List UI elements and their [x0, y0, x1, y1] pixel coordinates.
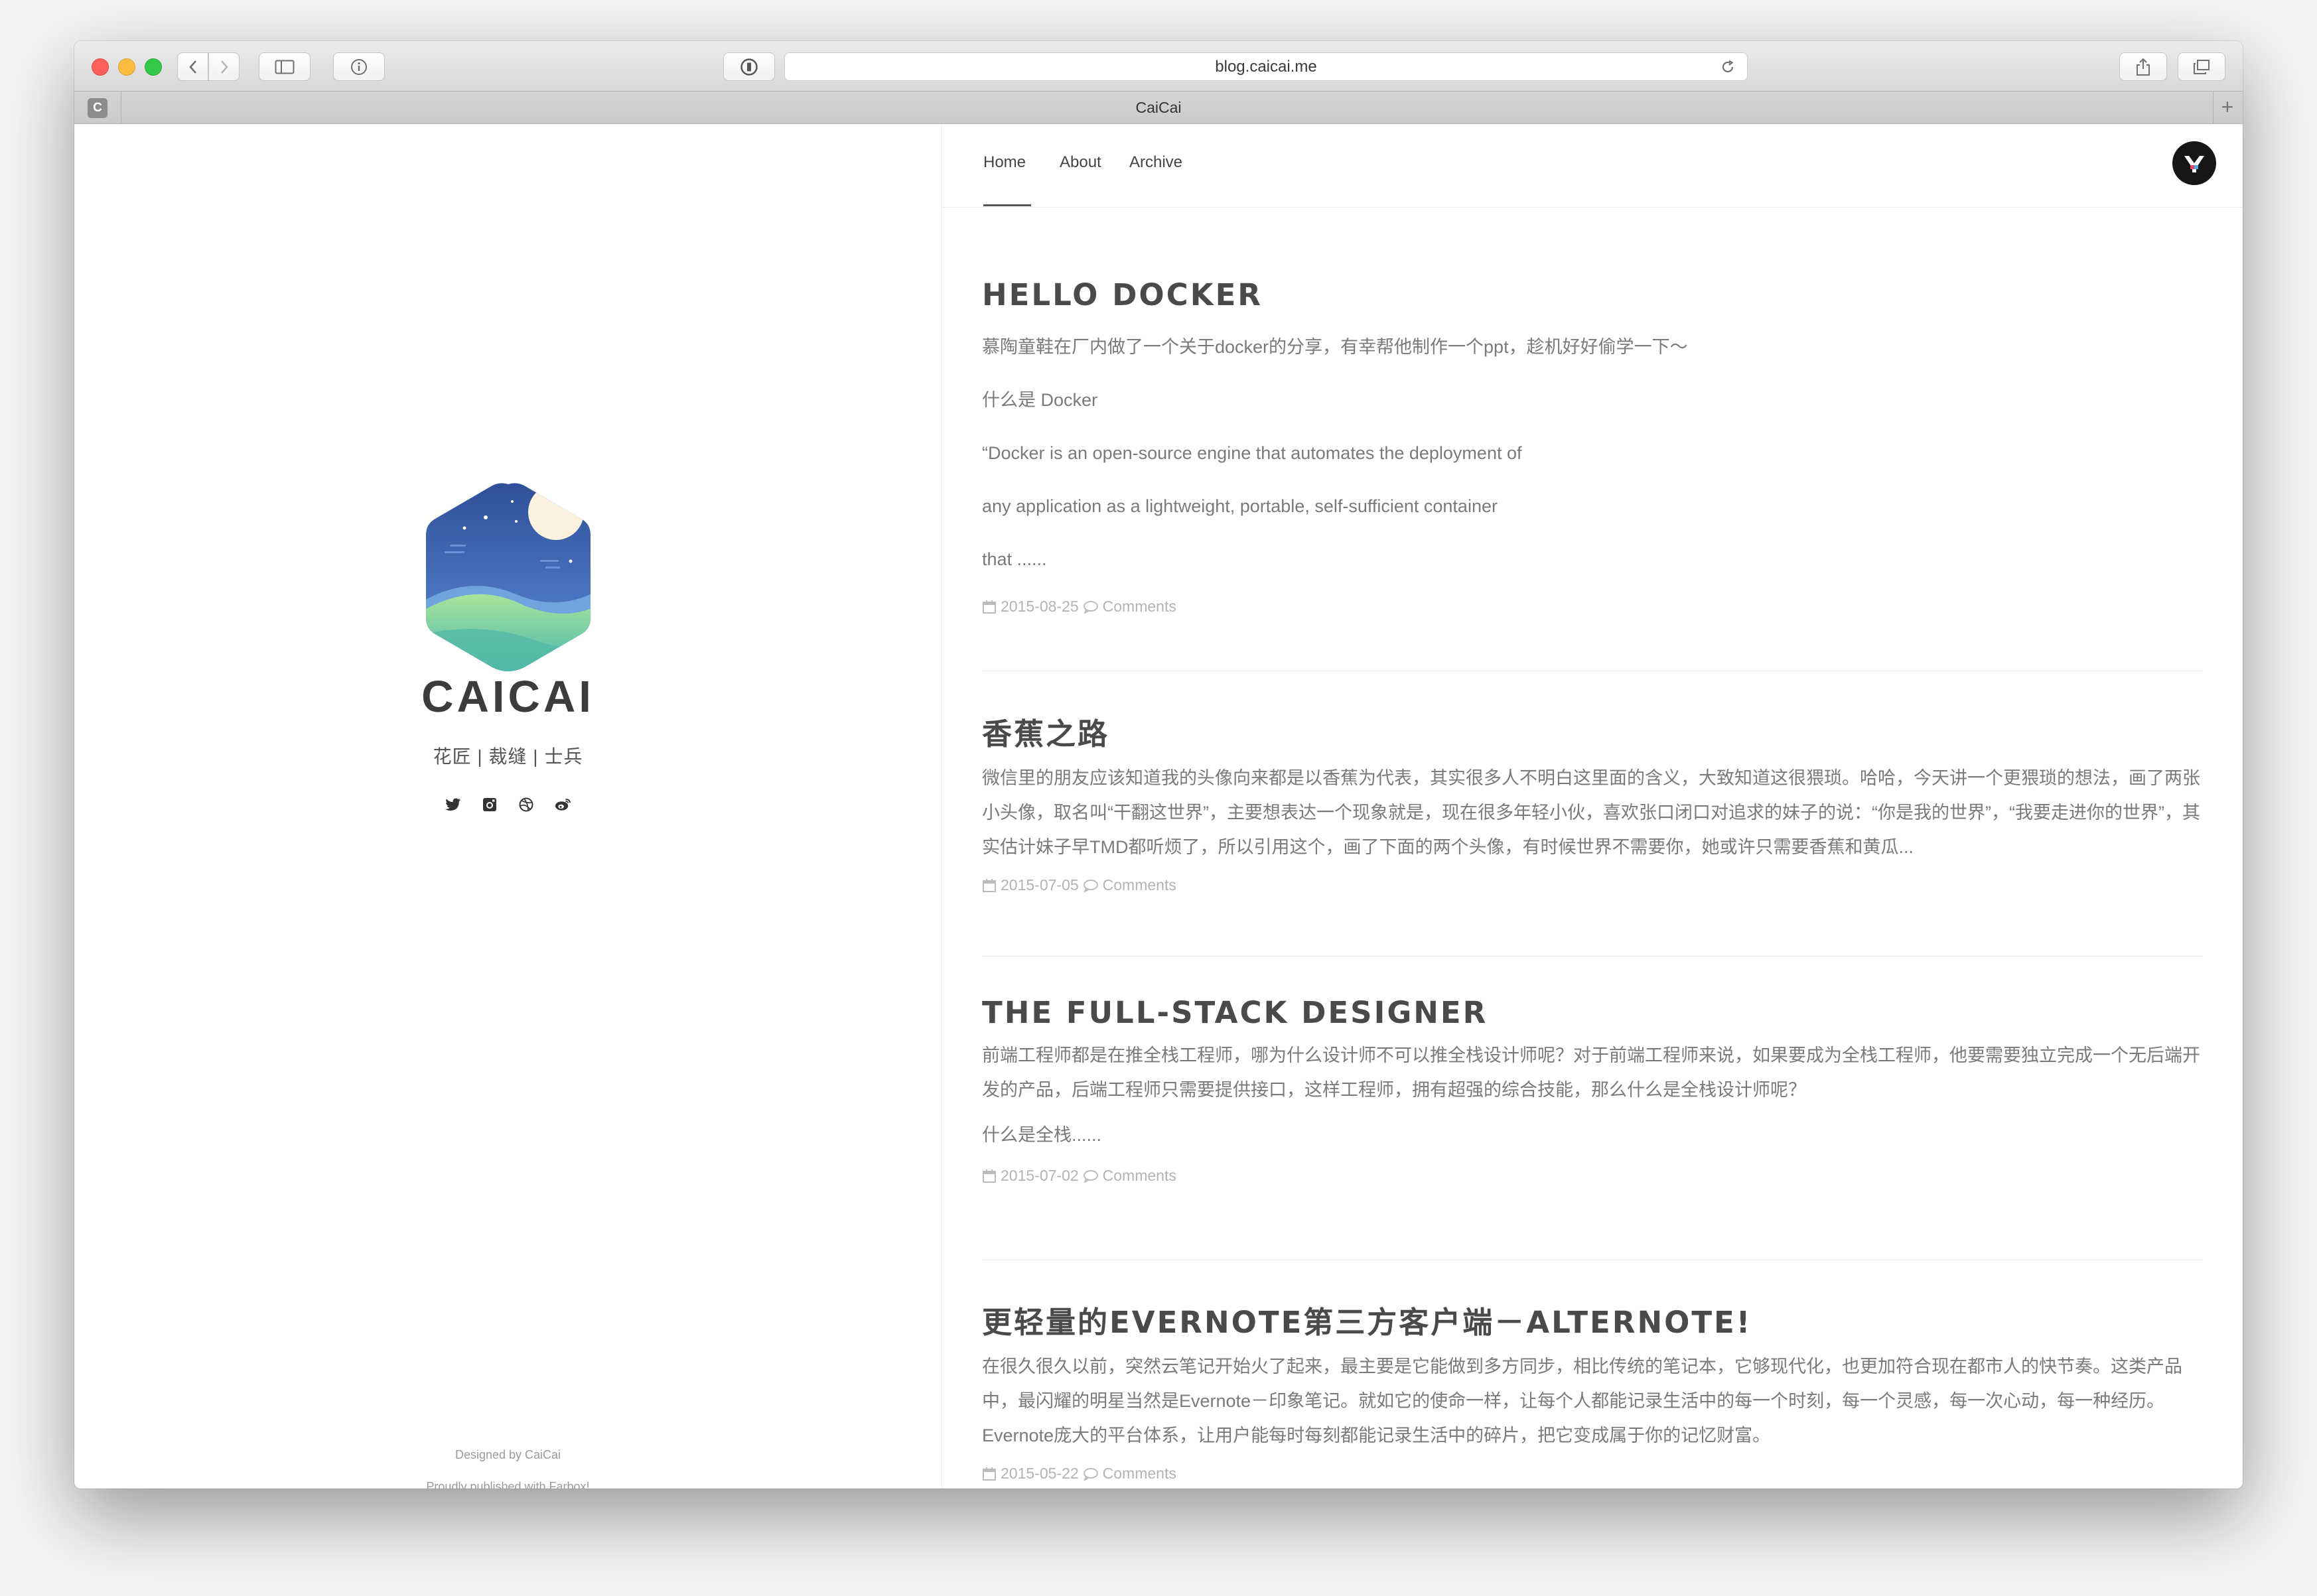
post-comments-link[interactable]: Comments — [1103, 1167, 1176, 1185]
calendar-icon — [983, 600, 996, 614]
zoom-window-button[interactable] — [145, 58, 162, 76]
sidebar-icon — [275, 60, 295, 74]
post-title[interactable]: THE FULL-STACK DESIGNER — [982, 995, 2204, 1030]
post-meta: 2015-07-05 Comments — [982, 876, 2204, 894]
close-window-button[interactable] — [92, 58, 109, 76]
address-bar[interactable]: blog.caicai.me — [784, 52, 1748, 81]
calendar-icon — [983, 878, 996, 892]
post-comments-link[interactable]: Comments — [1103, 598, 1176, 616]
browser-toolbar: blog.caicai.me — [74, 41, 2243, 92]
site-logo[interactable] — [423, 482, 593, 671]
post-excerpt-line: any application as a lightweight, portab… — [982, 496, 1498, 516]
post-excerpt-line: 慕陶童鞋在厂内做了一个关于docker的分享，有幸帮他制作一个ppt，趁机好好偷… — [982, 337, 1688, 357]
comment-icon — [1083, 1169, 1098, 1183]
back-button[interactable] — [177, 52, 208, 81]
tab-title[interactable]: CaiCai — [74, 92, 2243, 123]
instagram-icon[interactable] — [482, 796, 498, 813]
show-tabs-button[interactable] — [2178, 52, 2225, 81]
post-date: 2015-07-02 — [1001, 1167, 1079, 1184]
post-item: 香蕉之路 微信里的朋友应该知道我的头像向来都是以香蕉为代表，其实很多人不明白这里… — [982, 710, 2204, 894]
post-date: 2015-05-22 — [1001, 1465, 1079, 1482]
active-nav-indicator — [983, 204, 1031, 206]
post-excerpt: 在很久很久以前，突然云笔记开始火了起来，最主要是它能做到多方同步，相比传统的笔记… — [982, 1357, 2182, 1445]
post-date: 2015-07-05 — [1001, 876, 1079, 894]
post-excerpt: 微信里的朋友应该知道我的头像向来都是以香蕉为代表，其实很多人不明白这里面的含义，… — [982, 768, 2200, 857]
reload-icon[interactable] — [1720, 60, 1735, 74]
main-content: Home About Archive HELLO DOCKER 慕陶童鞋在厂内做… — [942, 124, 2243, 1489]
reader-button[interactable] — [723, 52, 775, 81]
designed-by-credit: Designed by CaiCai — [455, 1448, 561, 1461]
post-excerpt: 前端工程师都是在推全栈工程师，哪为什么设计师不可以推全栈设计师呢？对于前端工程师… — [982, 1045, 2200, 1100]
calendar-icon — [983, 1169, 996, 1183]
post-item: THE FULL-STACK DESIGNER 前端工程师都是在推全栈工程师，哪… — [982, 995, 2204, 1185]
nav-archive[interactable]: Archive — [1129, 153, 1182, 172]
info-button[interactable] — [333, 52, 385, 81]
weibo-icon[interactable] — [555, 796, 571, 813]
post-divider — [982, 956, 2203, 957]
post-title[interactable]: HELLO DOCKER — [982, 277, 2204, 312]
sidebar-toggle-button[interactable] — [259, 52, 311, 81]
share-icon — [2137, 58, 2150, 76]
post-title[interactable]: 更轻量的EVERNOTE第三方客户端－ALTERNOTE! — [982, 1298, 2204, 1341]
avatar-logo-icon — [2184, 156, 2204, 172]
social-links — [74, 796, 942, 813]
post-excerpt-line: 什么是 Docker — [982, 390, 1098, 410]
site-name: CAICAI — [421, 672, 595, 722]
tabs-icon — [2194, 59, 2210, 74]
calendar-icon — [983, 1467, 996, 1481]
comment-icon — [1083, 1467, 1098, 1481]
comment-icon — [1083, 879, 1098, 892]
nav-home[interactable]: Home — [983, 153, 1026, 172]
post-excerpt-line: 什么是全栈...... — [982, 1125, 1102, 1145]
published-with-credit: Proudly published with Farbox! — [426, 1480, 590, 1489]
chevron-right-icon — [220, 60, 228, 74]
post-meta: 2015-05-22 Comments — [982, 1465, 2204, 1483]
share-button[interactable] — [2119, 52, 2167, 81]
post-meta: 2015-07-02 Comments — [982, 1167, 2204, 1185]
nav-about[interactable]: About — [1060, 153, 1101, 172]
post-meta: 2015-08-25 Comments — [982, 598, 2204, 616]
post-item: 更轻量的EVERNOTE第三方客户端－ALTERNOTE! 在很久很久以前，突然… — [982, 1298, 2204, 1483]
post-title[interactable]: 香蕉之路 — [982, 710, 2204, 753]
new-tab-button[interactable]: + — [2217, 96, 2237, 117]
profile-sidebar: CAICAI 花匠 | 裁缝 | 士兵 Designed by CaiCai P… — [74, 124, 942, 1489]
page-content: CAICAI 花匠 | 裁缝 | 士兵 Designed by CaiCai P… — [74, 124, 2243, 1489]
post-comments-link[interactable]: Comments — [1103, 1465, 1176, 1483]
chevron-left-icon — [188, 60, 196, 74]
post-excerpt-line: that ...... — [982, 549, 1047, 569]
post-item: HELLO DOCKER 慕陶童鞋在厂内做了一个关于docker的分享，有幸帮他… — [982, 277, 2204, 616]
post-comments-link[interactable]: Comments — [1103, 876, 1176, 894]
tab-bar: C CaiCai + — [74, 92, 2243, 124]
comment-icon — [1083, 600, 1098, 614]
reader-icon — [740, 58, 758, 76]
site-tagline: 花匠 | 裁缝 | 士兵 — [433, 746, 583, 767]
avatar[interactable] — [2172, 141, 2216, 185]
info-icon — [351, 58, 367, 75]
browser-window: blog.caicai.me C CaiCai + CAICAI 花匠 | 裁缝… — [74, 41, 2243, 1489]
post-date: 2015-08-25 — [1001, 598, 1079, 615]
dribbble-icon[interactable] — [518, 796, 535, 813]
top-nav: Home About Archive — [942, 124, 2243, 208]
url-text: blog.caicai.me — [1215, 58, 1317, 76]
post-excerpt-line: “Docker is an open-source engine that au… — [982, 443, 1522, 463]
minimize-window-button[interactable] — [118, 58, 135, 76]
twitter-icon[interactable] — [445, 796, 462, 813]
forward-button[interactable] — [208, 52, 240, 81]
